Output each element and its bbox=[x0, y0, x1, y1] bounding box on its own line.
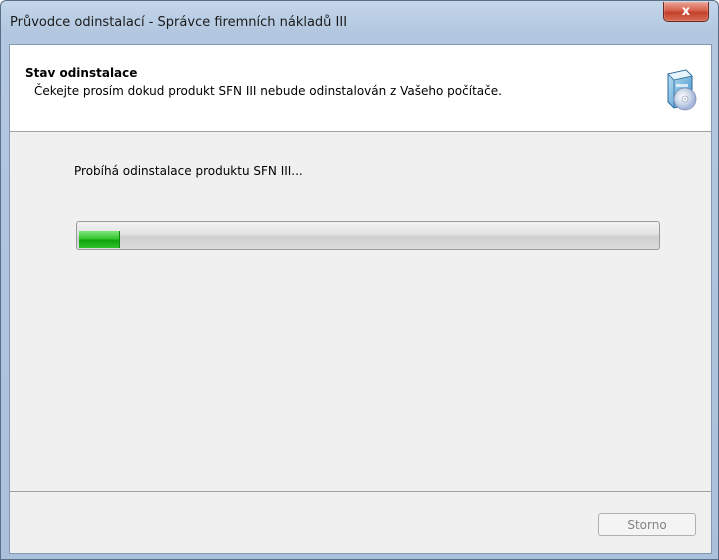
title-bar[interactable]: Průvodce odinstalací - Správce firemních… bbox=[1, 1, 718, 45]
uninstall-wizard-window: Průvodce odinstalací - Správce firemních… bbox=[0, 0, 719, 560]
footer-divider bbox=[10, 491, 711, 492]
close-button[interactable]: x bbox=[663, 2, 709, 22]
progress-fill bbox=[79, 231, 120, 248]
cancel-button[interactable]: Storno bbox=[598, 513, 696, 536]
wizard-client-area: Stav odinstalace Čekejte prosím dokud pr… bbox=[9, 44, 712, 554]
installer-cd-icon bbox=[667, 69, 697, 111]
close-icon: x bbox=[681, 4, 691, 19]
wizard-header: Stav odinstalace Čekejte prosím dokud pr… bbox=[10, 45, 711, 132]
status-text: Probíhá odinstalace produktu SFN III... bbox=[74, 164, 303, 178]
window-title: Průvodce odinstalací - Správce firemních… bbox=[10, 15, 348, 30]
header-title: Stav odinstalace bbox=[25, 66, 138, 80]
uninstall-progress-bar bbox=[76, 221, 660, 250]
header-description: Čekejte prosím dokud produkt SFN III neb… bbox=[34, 84, 502, 98]
